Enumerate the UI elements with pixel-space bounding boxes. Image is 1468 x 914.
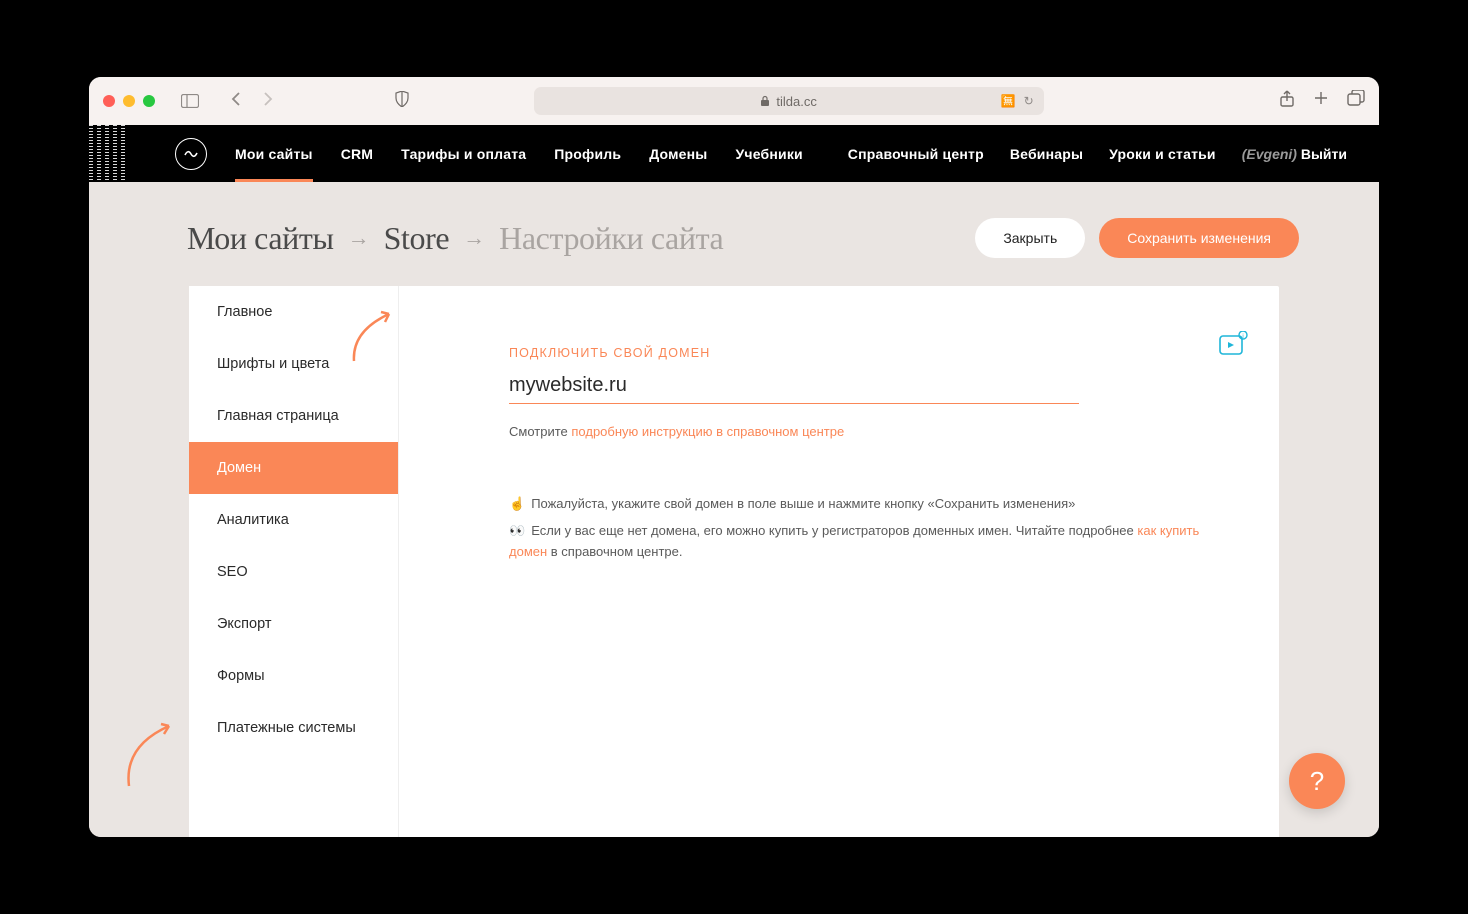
nav-my-sites[interactable]: Мои сайты xyxy=(235,146,313,162)
svg-text:i: i xyxy=(1242,334,1243,340)
back-button[interactable] xyxy=(223,89,249,114)
annotation-arrow-icon xyxy=(114,716,194,796)
page-header: Мои сайты → Store → Настройки сайта Закр… xyxy=(89,182,1379,286)
note-row-2: 👀 Если у вас еще нет домена, его можно ку… xyxy=(509,521,1219,563)
app-nav: Мои сайты CRM Тарифы и оплата Профиль До… xyxy=(89,125,1379,182)
help-line: Смотрите подробную инструкцию в справочн… xyxy=(509,424,1219,439)
section-label: ПОДКЛЮЧИТЬ СВОЙ ДОМЕН xyxy=(509,346,1219,360)
close-button[interactable]: Закрыть xyxy=(975,218,1085,258)
browser-window: tilda.cc 🈚 ↻ Мои сайты C xyxy=(89,77,1379,837)
note-row-1: ☝ Пожалуйста, укажите свой домен в поле в… xyxy=(509,494,1219,515)
share-icon[interactable] xyxy=(1279,90,1295,113)
logo-box xyxy=(89,125,129,182)
help-fab-button[interactable]: ? xyxy=(1289,753,1345,809)
notes-block: ☝ Пожалуйста, укажите свой домен в поле в… xyxy=(509,494,1219,562)
note2-prefix: Если у вас еще нет домена, его можно куп… xyxy=(531,523,1137,538)
header-actions: Закрыть Сохранить изменения xyxy=(975,218,1299,258)
pointing-hand-icon: ☝ xyxy=(509,496,525,511)
nav-left: Мои сайты CRM Тарифы и оплата Профиль До… xyxy=(235,146,803,162)
user-name: (Evgeni) xyxy=(1242,146,1297,162)
sidebar-item-main[interactable]: Главное xyxy=(189,286,398,338)
forward-button[interactable] xyxy=(255,89,281,114)
breadcrumb-settings: Настройки сайта xyxy=(499,220,723,257)
settings-sidebar: Главное Шрифты и цвета Главная страница … xyxy=(189,286,399,837)
nav-domains[interactable]: Домены xyxy=(649,146,707,162)
help-fab-label: ? xyxy=(1310,766,1324,797)
nav-articles[interactable]: Уроки и статьи xyxy=(1109,146,1216,162)
sidebar-item-export[interactable]: Экспорт xyxy=(189,598,398,650)
tilda-logo-icon[interactable] xyxy=(175,138,207,170)
note2-suffix: в справочном центре. xyxy=(547,544,682,559)
nav-webinars[interactable]: Вебинары xyxy=(1010,146,1083,162)
window-close-icon[interactable] xyxy=(103,95,115,107)
wave-pattern-icon xyxy=(89,125,125,182)
logout-link[interactable]: Выйти xyxy=(1301,146,1347,162)
save-button[interactable]: Сохранить изменения xyxy=(1099,218,1299,258)
domain-input[interactable] xyxy=(509,374,1079,397)
window-zoom-icon[interactable] xyxy=(143,95,155,107)
sidebar-item-fonts[interactable]: Шрифты и цвета xyxy=(189,338,398,390)
nav-help-center[interactable]: Справочный центр xyxy=(848,146,984,162)
browser-chrome: tilda.cc 🈚 ↻ xyxy=(89,77,1379,125)
traffic-lights xyxy=(103,95,155,107)
tabs-icon[interactable] xyxy=(1347,90,1365,113)
arrow-icon: → xyxy=(463,225,485,251)
reload-icon[interactable]: ↻ xyxy=(1024,94,1034,108)
shield-icon[interactable] xyxy=(395,91,409,112)
help-link[interactable]: подробную инструкцию в справочном центре xyxy=(571,424,844,439)
nav-right: Справочный центр Вебинары Уроки и статьи… xyxy=(848,146,1347,162)
help-prefix: Смотрите xyxy=(509,424,571,439)
breadcrumb-store[interactable]: Store xyxy=(384,220,450,257)
note1-text: Пожалуйста, укажите свой домен в поле вы… xyxy=(531,496,1075,511)
user-block: (Evgeni) Выйти xyxy=(1242,146,1347,162)
nav-tutorials[interactable]: Учебники xyxy=(735,146,802,162)
sidebar-item-analytics[interactable]: Аналитика xyxy=(189,494,398,546)
arrow-icon: → xyxy=(348,225,370,251)
new-tab-icon[interactable] xyxy=(1313,90,1329,113)
nav-crm[interactable]: CRM xyxy=(341,146,373,162)
sidebar-item-seo[interactable]: SEO xyxy=(189,546,398,598)
lock-icon xyxy=(760,95,770,107)
sidebar-item-homepage[interactable]: Главная страница xyxy=(189,390,398,442)
sidebar-item-domain[interactable]: Домен xyxy=(189,442,398,494)
address-bar[interactable]: tilda.cc 🈚 ↻ xyxy=(534,87,1044,115)
translate-icon[interactable]: 🈚 xyxy=(1001,94,1016,108)
sidebar-item-payments[interactable]: Платежные системы xyxy=(189,702,398,754)
nav-pricing[interactable]: Тарифы и оплата xyxy=(401,146,526,162)
domain-settings-main: i ПОДКЛЮЧИТЬ СВОЙ ДОМЕН Смотрите подробн… xyxy=(399,286,1279,837)
eyes-icon: 👀 xyxy=(509,523,525,538)
domain-field xyxy=(509,374,1079,404)
settings-panel: Главное Шрифты и цвета Главная страница … xyxy=(189,286,1279,837)
sidebar-item-forms[interactable]: Формы xyxy=(189,650,398,702)
sidebar-toggle-icon[interactable] xyxy=(181,94,199,108)
window-minimize-icon[interactable] xyxy=(123,95,135,107)
breadcrumb-my-sites[interactable]: Мои сайты xyxy=(187,220,334,257)
url-host: tilda.cc xyxy=(776,94,816,109)
breadcrumb: Мои сайты → Store → Настройки сайта xyxy=(187,220,723,257)
nav-profile[interactable]: Профиль xyxy=(554,146,621,162)
content: Главное Шрифты и цвета Главная страница … xyxy=(89,286,1379,837)
video-help-icon[interactable]: i xyxy=(1219,331,1249,362)
